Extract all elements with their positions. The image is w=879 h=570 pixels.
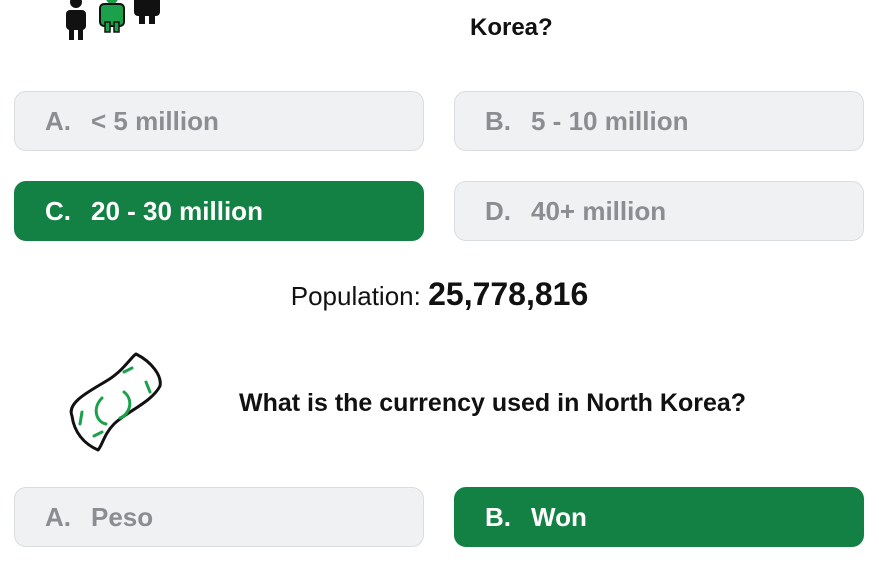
population-value: 25,778,816 <box>428 276 589 312</box>
q1-option-c-correct[interactable]: C. 20 - 30 million <box>14 181 424 241</box>
population-label: Population: <box>290 281 421 311</box>
option-letter: B. <box>485 501 511 532</box>
q1-option-d[interactable]: D. 40+ million <box>454 181 864 241</box>
option-label: 20 - 30 million <box>91 195 263 226</box>
q1-option-b[interactable]: B. 5 - 10 million <box>454 91 864 151</box>
option-label: Peso <box>91 501 154 532</box>
question-2-title: What is the currency used in North Korea… <box>239 389 747 417</box>
population-readout: Population: 25,778,816 <box>0 276 879 313</box>
option-letter: C. <box>45 195 71 226</box>
option-letter: D. <box>485 195 511 226</box>
q1-option-a[interactable]: A. < 5 million <box>14 91 424 151</box>
q2-option-b-correct[interactable]: B. Won <box>454 487 864 547</box>
option-letter: B. <box>485 105 511 136</box>
option-label: < 5 million <box>91 105 219 136</box>
option-label: 40+ million <box>531 195 667 226</box>
option-letter: A. <box>45 501 71 532</box>
people-icon <box>66 0 160 40</box>
option-label: 5 - 10 million <box>531 105 689 136</box>
money-icon <box>69 352 162 452</box>
option-letter: A. <box>45 105 71 136</box>
q2-option-a[interactable]: A. Peso <box>14 487 424 547</box>
option-label: Won <box>531 501 587 532</box>
question-1-title: Korea? <box>470 14 553 41</box>
